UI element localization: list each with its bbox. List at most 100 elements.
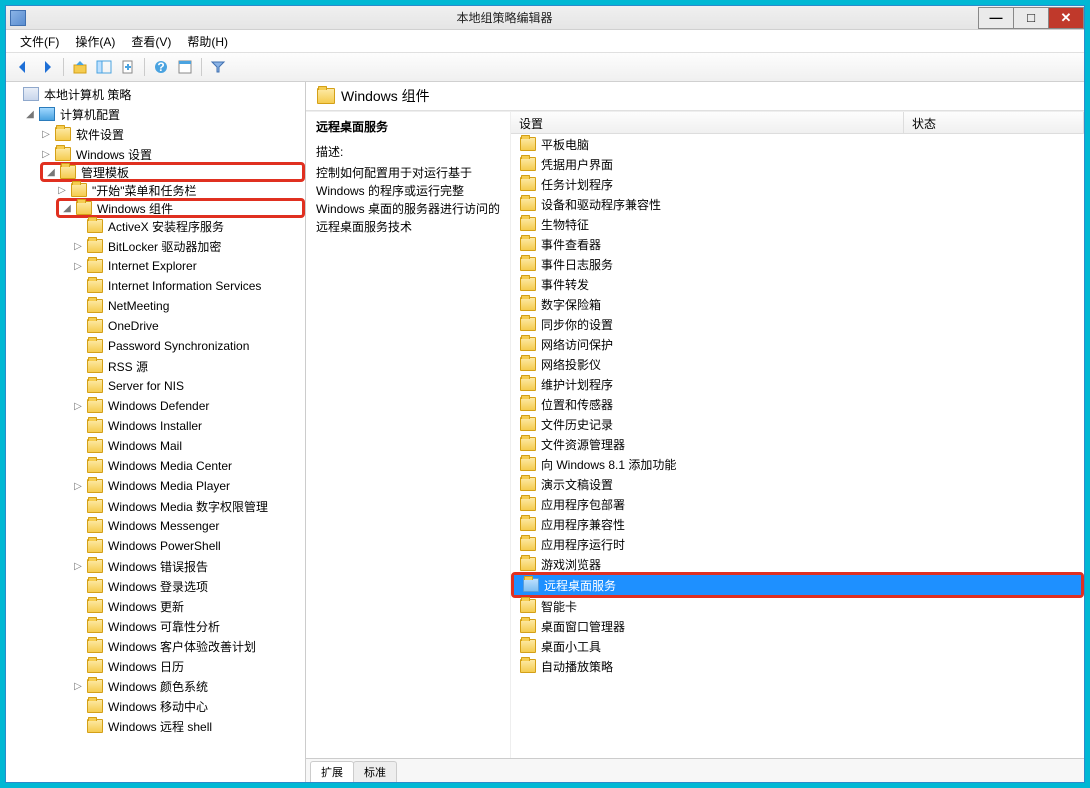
expander-icon[interactable] (72, 720, 84, 732)
tree-item[interactable]: ▷ Windows 颜色系统 (72, 676, 305, 696)
expander-icon[interactable] (72, 420, 84, 432)
tree-admin-templates[interactable]: ◢ 管理模板 (40, 162, 305, 182)
list-row[interactable]: 应用程序运行时 (511, 534, 1084, 554)
list-row[interactable]: 桌面小工具 (511, 636, 1084, 656)
expander-icon[interactable] (72, 600, 84, 612)
expander-icon[interactable] (72, 640, 84, 652)
tree-item[interactable]: Server for NIS (72, 376, 305, 396)
tree-item[interactable]: NetMeeting (72, 296, 305, 316)
menu-action[interactable]: 操作(A) (67, 31, 123, 52)
tree-item[interactable]: Windows 更新 (72, 596, 305, 616)
list-row[interactable]: 网络投影仪 (511, 354, 1084, 374)
list-row[interactable]: 游戏浏览器 (511, 554, 1084, 574)
list-row[interactable]: 应用程序包部署 (511, 494, 1084, 514)
expander-icon[interactable] (72, 620, 84, 632)
list-row[interactable]: 事件转发 (511, 274, 1084, 294)
list-row[interactable]: 自动播放策略 (511, 656, 1084, 676)
tree-item[interactable]: OneDrive (72, 316, 305, 336)
expander-icon[interactable]: ▷ (56, 184, 68, 196)
export-button[interactable] (117, 56, 139, 78)
expander-icon[interactable]: ▷ (72, 480, 84, 492)
list-row[interactable]: 文件历史记录 (511, 414, 1084, 434)
tree-pane[interactable]: 本地计算机 策略 ◢ 计算机配置 ▷ 软件设置 ▷ Windows 设置 ◢ 管… (6, 82, 306, 782)
expander-icon[interactable]: ◢ (24, 108, 36, 120)
tree-windows-components[interactable]: ◢ Windows 组件 (56, 198, 305, 218)
tree-item[interactable]: RSS 源 (72, 356, 305, 376)
tree-item[interactable]: ▷ Windows 错误报告 (72, 556, 305, 576)
expander-icon[interactable] (72, 660, 84, 672)
list-row[interactable]: 维护计划程序 (511, 374, 1084, 394)
tree-item[interactable]: ▷ Windows Defender (72, 396, 305, 416)
tree-item[interactable]: ▷ Internet Explorer (72, 256, 305, 276)
list-row[interactable]: 位置和传感器 (511, 394, 1084, 414)
expander-icon[interactable]: ▷ (40, 128, 52, 140)
tree-start-taskbar[interactable]: ▷ "开始"菜单和任务栏 (56, 180, 305, 200)
tree-windows-settings[interactable]: ▷ Windows 设置 (40, 144, 305, 164)
tree-item[interactable]: ▷ BitLocker 驱动器加密 (72, 236, 305, 256)
list-row[interactable]: 事件查看器 (511, 234, 1084, 254)
list-row[interactable]: 事件日志服务 (511, 254, 1084, 274)
tree-item[interactable]: Windows 移动中心 (72, 696, 305, 716)
tab-extended[interactable]: 扩展 (310, 761, 354, 782)
tree-item[interactable]: Windows 日历 (72, 656, 305, 676)
tree-item[interactable]: Windows 客户体验改善计划 (72, 636, 305, 656)
list-body[interactable]: 平板电脑 凭据用户界面 任务计划程序 设备和驱动程序兼容性 生物特征 事件查看器… (511, 134, 1084, 758)
tree-item[interactable]: ▷ Windows Media Player (72, 476, 305, 496)
expander-icon[interactable] (72, 500, 84, 512)
list-row[interactable]: 任务计划程序 (511, 174, 1084, 194)
tree-software-settings[interactable]: ▷ 软件设置 (40, 124, 305, 144)
expander-icon[interactable] (72, 340, 84, 352)
expander-icon[interactable] (72, 520, 84, 532)
close-button[interactable]: ✕ (1048, 7, 1084, 29)
column-state[interactable]: 状态 (904, 112, 1084, 133)
expander-icon[interactable] (72, 300, 84, 312)
expander-icon[interactable] (72, 220, 84, 232)
list-row[interactable]: 网络访问保护 (511, 334, 1084, 354)
list-row[interactable]: 凭据用户界面 (511, 154, 1084, 174)
expander-icon[interactable] (8, 88, 20, 100)
expander-icon[interactable] (72, 540, 84, 552)
expander-icon[interactable] (72, 580, 84, 592)
tree-item[interactable]: Windows 登录选项 (72, 576, 305, 596)
tree-root[interactable]: 本地计算机 策略 (8, 84, 305, 104)
back-button[interactable] (12, 56, 34, 78)
column-setting[interactable]: 设置 (511, 112, 904, 133)
tree-item[interactable]: Windows Media 数字权限管理 (72, 496, 305, 516)
expander-icon[interactable]: ▷ (72, 240, 84, 252)
expander-icon[interactable]: ◢ (45, 166, 57, 178)
expander-icon[interactable]: ▷ (40, 148, 52, 160)
expander-icon[interactable]: ▷ (72, 260, 84, 272)
tree-item[interactable]: Password Synchronization (72, 336, 305, 356)
list-row[interactable]: 平板电脑 (511, 134, 1084, 154)
tree-item[interactable]: Windows 远程 shell (72, 716, 305, 736)
list-row[interactable]: 生物特征 (511, 214, 1084, 234)
list-row[interactable]: 向 Windows 8.1 添加功能 (511, 454, 1084, 474)
tree-item[interactable]: Windows PowerShell (72, 536, 305, 556)
tree-item[interactable]: Windows Messenger (72, 516, 305, 536)
expander-icon[interactable]: ▷ (72, 400, 84, 412)
expander-icon[interactable] (72, 440, 84, 452)
expander-icon[interactable]: ◢ (61, 202, 73, 214)
tree-item[interactable]: Internet Information Services (72, 276, 305, 296)
show-hide-tree-button[interactable] (93, 56, 115, 78)
expander-icon[interactable] (72, 360, 84, 372)
tree-item[interactable]: ActiveX 安装程序服务 (72, 216, 305, 236)
list-row[interactable]: 文件资源管理器 (511, 434, 1084, 454)
help-button[interactable]: ? (150, 56, 172, 78)
menu-view[interactable]: 查看(V) (123, 31, 179, 52)
minimize-button[interactable]: — (978, 7, 1014, 29)
menu-file[interactable]: 文件(F) (12, 31, 67, 52)
filter-button[interactable] (207, 56, 229, 78)
properties-button[interactable] (174, 56, 196, 78)
forward-button[interactable] (36, 56, 58, 78)
expander-icon[interactable] (72, 280, 84, 292)
list-row[interactable]: 同步你的设置 (511, 314, 1084, 334)
tree-computer-config[interactable]: ◢ 计算机配置 (24, 104, 305, 124)
expander-icon[interactable] (72, 460, 84, 472)
menu-help[interactable]: 帮助(H) (179, 31, 236, 52)
list-row[interactable]: 设备和驱动程序兼容性 (511, 194, 1084, 214)
list-row[interactable]: 应用程序兼容性 (511, 514, 1084, 534)
tree-item[interactable]: Windows Mail (72, 436, 305, 456)
tree-item[interactable]: Windows 可靠性分析 (72, 616, 305, 636)
tree-item[interactable]: Windows Installer (72, 416, 305, 436)
